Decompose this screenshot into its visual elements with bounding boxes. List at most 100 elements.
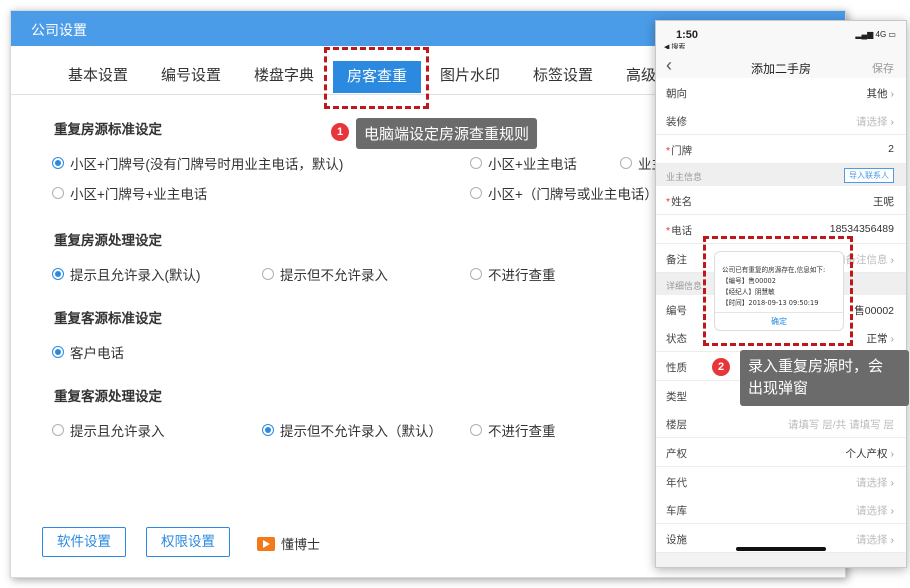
radio-button[interactable]: [262, 268, 274, 280]
radio-button[interactable]: [262, 424, 274, 436]
form-row-value[interactable]: 请选择›: [856, 475, 894, 490]
callout-1-tip: 电脑端设定房源查重规则: [356, 118, 538, 149]
radio-button[interactable]: [52, 187, 64, 199]
form-row-label-text: 类型: [666, 391, 687, 403]
form-row-value[interactable]: 正常 ›: [867, 331, 895, 346]
callout-2-badge: 2: [712, 358, 730, 376]
form-row-label-text: 年代: [666, 477, 687, 489]
radio-button[interactable]: [52, 157, 64, 169]
radio-label: 小区+业主电话: [488, 157, 577, 172]
callout-2-text-line1: 录入重复房源时，会: [748, 358, 884, 375]
form-row-label: 产权: [666, 446, 687, 461]
form-row-value-text: 请选择: [856, 477, 888, 489]
chevron-right-icon: ›: [890, 448, 895, 460]
brand-link[interactable]: 懂博士: [257, 534, 320, 553]
permission-settings-button[interactable]: 权限设置: [146, 527, 230, 557]
radio-house-std-door-or-owner-phone[interactable]: 小区+（门牌号或业主电话）: [470, 183, 658, 203]
chevron-right-icon: ›: [890, 477, 895, 489]
callout-1-text: 电脑端设定房源查重规则: [364, 126, 530, 143]
form-row[interactable]: *姓名 王呢: [656, 186, 906, 215]
form-row-label: *门牌: [666, 143, 692, 158]
form-row[interactable]: 车库 请选择 ›: [656, 495, 906, 524]
form-row-value[interactable]: 请选择›: [856, 503, 894, 518]
home-indicator: [736, 547, 826, 551]
phone-status-bar: 1:50 ◀ 搜索 ▂▄▆ 4G ▭: [656, 21, 906, 51]
form-row-value[interactable]: 2: [888, 143, 894, 155]
form-row-label-text: 产权: [666, 448, 687, 460]
form-row-value[interactable]: 请选择›: [856, 532, 894, 547]
form-row[interactable]: 楼层 请填写 层/共 请填写 层: [656, 409, 906, 438]
radio-button[interactable]: [470, 187, 482, 199]
radio-client-handle-deny[interactable]: 提示但不允许录入（默认）: [262, 420, 442, 440]
radio-button[interactable]: [620, 157, 632, 169]
callout-2-tip: 录入重复房源时，会 出现弹窗: [740, 350, 909, 406]
chevron-right-icon: ›: [890, 116, 895, 128]
form-row-value-text: 2: [888, 143, 894, 155]
form-row[interactable]: 装修 请选择 ›: [656, 106, 906, 135]
radio-button[interactable]: [52, 268, 64, 280]
radio-label: 小区+（门牌号或业主电话）: [488, 187, 658, 202]
required-marker: *: [666, 196, 671, 208]
radio-button[interactable]: [52, 346, 64, 358]
radio-button[interactable]: [470, 424, 482, 436]
tab-basic[interactable]: 基本设置: [68, 57, 128, 95]
form-row-value-text: 请选择: [856, 116, 888, 128]
radio-label: 提示且允许录入(默认): [70, 268, 201, 283]
tab-image-watermark[interactable]: 图片水印: [440, 57, 500, 95]
form-row-value-text: 18534356489: [829, 223, 894, 235]
signal-icon: ▂▄▆ 4G ▭: [855, 30, 896, 39]
tab-estate-dictionary[interactable]: 楼盘字典: [254, 57, 314, 95]
form-row-value[interactable]: 18534356489: [830, 223, 894, 235]
radio-label: 小区+门牌号+业主电话: [70, 187, 208, 202]
radio-button[interactable]: [470, 157, 482, 169]
form-row-value[interactable]: 售00002: [854, 303, 894, 318]
radio-button[interactable]: [52, 424, 64, 436]
radio-house-std-door-and-phone[interactable]: 小区+门牌号+业主电话: [52, 183, 207, 203]
radio-label: 不进行查重: [488, 424, 556, 439]
form-row-label: 编号: [666, 303, 687, 318]
form-row[interactable]: 产权 个人产权 ›: [656, 438, 906, 467]
form-row-label: 类型: [666, 389, 687, 404]
group-title: 业主信息: [666, 172, 703, 182]
form-row-value[interactable]: 请选择›: [856, 114, 894, 129]
form-row[interactable]: 年代 请选择 ›: [656, 467, 906, 496]
radio-client-std-phone[interactable]: 客户电话: [52, 342, 124, 362]
form-row-label: 状态: [666, 331, 687, 346]
tab-numbering[interactable]: 编号设置: [161, 57, 221, 95]
form-row-value[interactable]: 其他 ›: [867, 86, 895, 101]
tab-advanced[interactable]: 高级: [626, 57, 656, 95]
radio-label: 不进行查重: [488, 268, 556, 283]
import-contacts-button[interactable]: 导入联系人: [844, 168, 894, 183]
radio-house-handle-allow[interactable]: 提示且允许录入(默认): [52, 264, 201, 284]
form-row[interactable]: *门牌 2: [656, 135, 906, 164]
section-title-house-standard: 重复房源标准设定: [54, 122, 162, 137]
form-row-value[interactable]: 个人产权 ›: [846, 446, 895, 461]
form-row-value[interactable]: 王呢: [873, 194, 894, 209]
form-row-value-text: 王呢: [873, 196, 894, 208]
form-row-label-text: 楼层: [666, 419, 687, 431]
radio-button[interactable]: [470, 268, 482, 280]
software-settings-button[interactable]: 软件设置: [42, 527, 126, 557]
radio-client-handle-allow[interactable]: 提示且允许录入: [52, 420, 165, 440]
radio-client-handle-none[interactable]: 不进行查重: [470, 420, 556, 440]
form-row-value-text: 请填写 层/共 请填写 层: [787, 419, 894, 431]
form-row-label-text: 车库: [666, 505, 687, 517]
form-row-value[interactable]: 请填写 层/共 请填写 层: [788, 417, 894, 432]
chevron-right-icon: ›: [890, 505, 895, 517]
section-title-client-standard: 重复客源标准设定: [54, 311, 162, 326]
form-row-label-text: 电话: [671, 225, 693, 237]
phone-save-button[interactable]: 保存: [872, 60, 894, 76]
form-row-label: 年代: [666, 475, 687, 490]
radio-house-handle-deny[interactable]: 提示但不允许录入: [262, 264, 388, 284]
phone-page-title: 添加二手房: [750, 62, 811, 76]
form-row-value-text: 售00002: [854, 305, 894, 317]
radio-house-handle-none[interactable]: 不进行查重: [470, 264, 556, 284]
radio-label: 提示但不允许录入（默认）: [280, 424, 442, 439]
tab-tag-settings[interactable]: 标签设置: [533, 57, 593, 95]
group-title: 详细信息: [666, 281, 703, 291]
radio-house-std-owner-phone[interactable]: 小区+业主电话: [470, 153, 577, 173]
form-row[interactable]: 朝向 其他 ›: [656, 78, 906, 107]
chevron-right-icon: ›: [890, 534, 895, 546]
radio-house-std-door-or-phone[interactable]: 小区+门牌号(没有门牌号时用业主电话，默认): [52, 153, 343, 173]
chevron-right-icon: ›: [890, 254, 895, 266]
